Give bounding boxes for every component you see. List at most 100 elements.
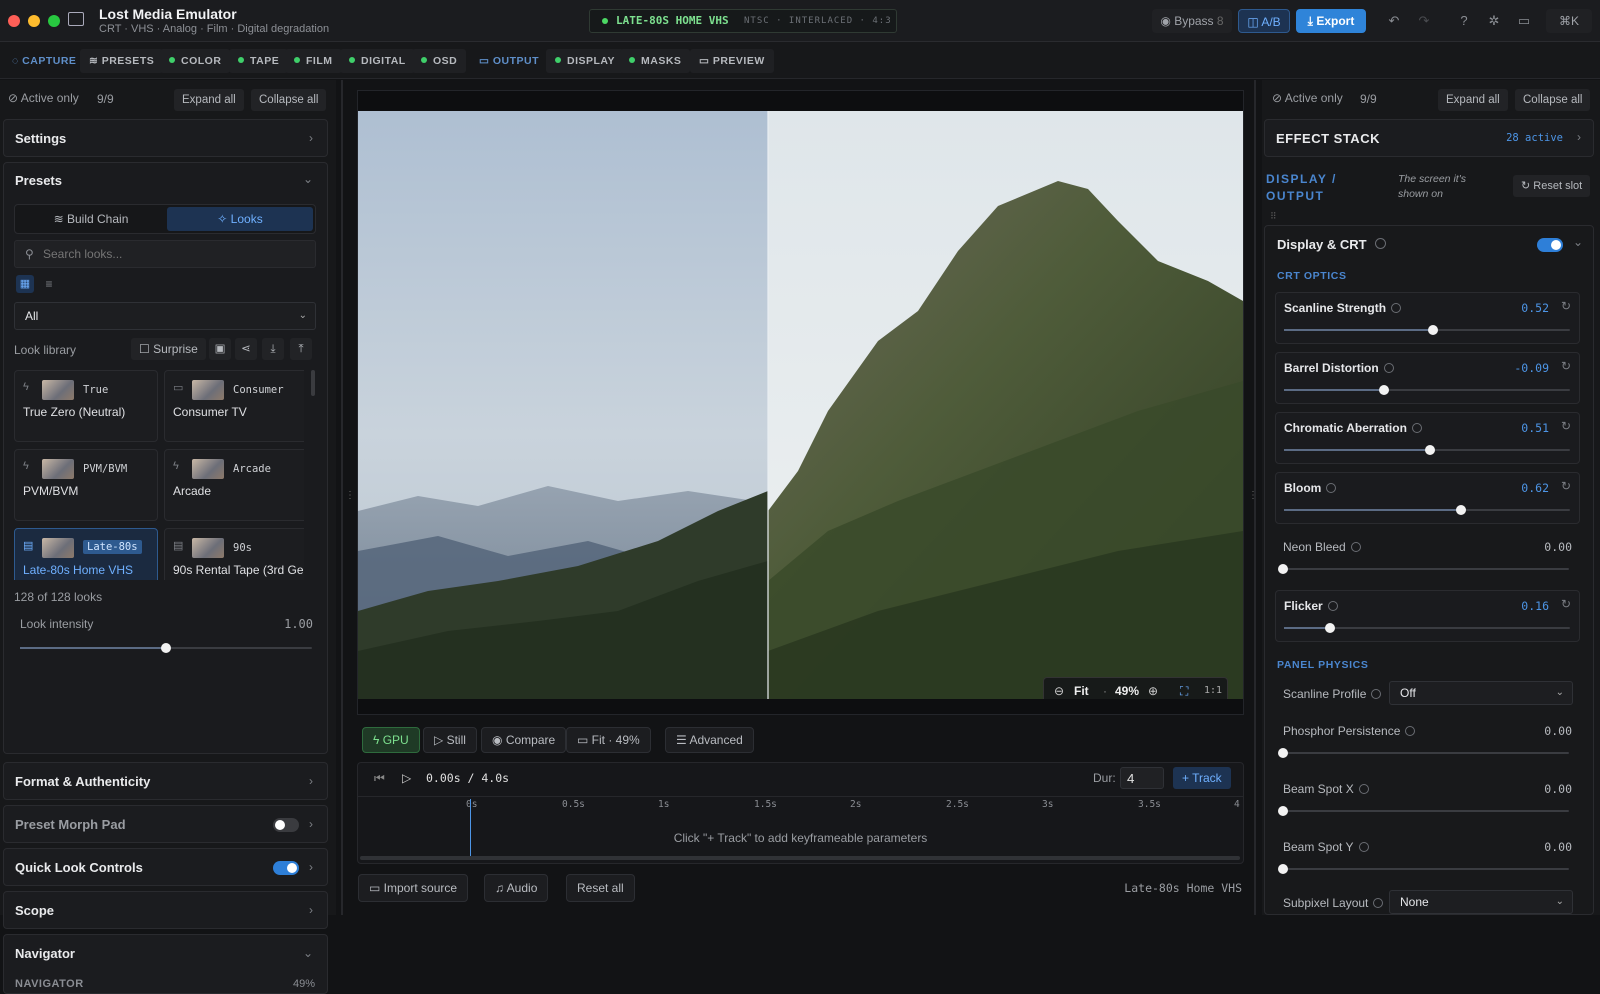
chevron-down-icon[interactable]: ⌄ <box>303 172 313 186</box>
duration-input[interactable] <box>1120 767 1164 789</box>
fullscreen-icon[interactable]: ⛶ <box>1180 684 1188 699</box>
zoom-out-icon[interactable]: ⊖ <box>1054 684 1064 698</box>
look-card[interactable]: ϟ Arcade Arcade <box>164 449 304 521</box>
param-slider[interactable] <box>1278 748 1569 758</box>
active-only-toggle[interactable]: ⊘ Active only <box>1272 91 1343 105</box>
info-icon[interactable] <box>1373 898 1384 908</box>
download-icon[interactable]: ⤓ <box>262 338 284 360</box>
redo-icon[interactable]: ↷ <box>1416 13 1432 29</box>
collapse-all-button[interactable]: Collapse all <box>1515 89 1591 111</box>
time-ruler[interactable]: 0s 0.5s 1s 1.5s 2s 2.5s 3s 3.5s 4 <box>358 799 1243 813</box>
slider-handle[interactable] <box>1278 748 1288 758</box>
search-looks-field[interactable]: ⚲ <box>14 240 316 268</box>
info-icon[interactable] <box>1358 784 1369 794</box>
reset-icon[interactable]: ↻ <box>1561 299 1571 313</box>
add-track-button[interactable]: + Track <box>1173 767 1231 789</box>
slider-handle[interactable] <box>161 643 171 653</box>
tab-masks[interactable]: MASKS <box>620 49 691 73</box>
navigator-section[interactable]: Navigator ⌄ NAVIGATOR 49% <box>3 934 328 994</box>
drag-handle-icon[interactable]: ⋮ <box>1248 490 1258 501</box>
command-palette-button[interactable]: ⌘K <box>1546 9 1592 33</box>
info-icon[interactable] <box>1326 483 1337 493</box>
tab-color[interactable]: COLOR <box>160 49 231 73</box>
save-look-icon[interactable]: ▣ <box>209 338 231 360</box>
list-view-icon[interactable]: ≡ <box>40 275 58 293</box>
info-icon[interactable] <box>1350 542 1361 552</box>
tab-osd[interactable]: OSD <box>412 49 467 73</box>
reset-icon[interactable]: ↻ <box>1561 597 1571 611</box>
tab-digital[interactable]: DIGITAL <box>340 49 415 73</box>
tab-film[interactable]: FILM <box>285 49 342 73</box>
info-icon[interactable] <box>1327 601 1338 611</box>
scope-section[interactable]: Scope › <box>3 891 328 929</box>
maximize-window-button[interactable] <box>48 15 60 27</box>
look-card[interactable]: ϟ PVM/BVM PVM/BVM <box>14 449 158 521</box>
look-card[interactable]: ϟ True True Zero (Neutral) <box>14 370 158 442</box>
look-grid-scrollbar[interactable] <box>311 370 315 396</box>
audio-button[interactable]: ♫ Audio <box>484 874 549 902</box>
param-slider[interactable] <box>1284 505 1570 515</box>
param-slider[interactable] <box>1284 385 1570 395</box>
slider-handle[interactable] <box>1456 505 1467 515</box>
reset-all-button[interactable]: Reset all <box>566 874 635 902</box>
reset-icon[interactable]: ↻ <box>1561 479 1571 493</box>
search-input[interactable] <box>43 245 303 263</box>
play-icon[interactable]: ▷ <box>402 771 411 785</box>
playhead[interactable] <box>470 799 471 859</box>
info-icon[interactable] <box>1371 689 1382 699</box>
collapse-all-button[interactable]: Collapse all <box>251 89 327 111</box>
look-card[interactable]: ▭ Consumer Consumer TV <box>164 370 304 442</box>
drag-handle-icon[interactable]: ⋮ <box>345 490 355 501</box>
preset-morph-pad-section[interactable]: Preset Morph Pad › <box>3 805 328 843</box>
help-icon[interactable]: ? <box>1456 13 1472 29</box>
tab-capture[interactable]: ◌ CAPTURE <box>3 49 85 73</box>
effect-stack-header[interactable]: EFFECT STACK 28 active › <box>1264 119 1594 157</box>
timeline-scrollbar[interactable] <box>360 856 1240 860</box>
ab-compare-button[interactable]: ◫ A/B <box>1238 9 1290 33</box>
info-icon[interactable] <box>1375 238 1386 249</box>
slider-handle[interactable] <box>1379 385 1390 395</box>
gpu-toggle[interactable]: ϟ GPU <box>362 727 420 753</box>
slider-handle[interactable] <box>1278 564 1288 574</box>
bypass-button[interactable]: ◉ Bypass 8 <box>1152 9 1232 33</box>
param-slider[interactable] <box>1278 806 1569 816</box>
look-intensity-slider[interactable] <box>20 643 312 653</box>
format-authenticity-section[interactable]: Format & Authenticity › <box>3 762 328 800</box>
param-slider[interactable] <box>1284 325 1570 335</box>
minimize-window-button[interactable] <box>28 15 40 27</box>
tab-presets[interactable]: ≋ PRESETS <box>80 49 164 73</box>
display-crt-toggle[interactable] <box>1537 238 1563 252</box>
panel-icon[interactable]: ▭ <box>1516 13 1532 29</box>
sparkle-icon[interactable]: ✲ <box>1486 13 1502 29</box>
param-slider[interactable] <box>1284 445 1570 455</box>
looks-tab[interactable]: ✧ Looks <box>167 207 313 231</box>
param-slider[interactable] <box>1278 864 1569 874</box>
slider-handle[interactable] <box>1324 623 1335 633</box>
info-icon[interactable] <box>1391 303 1402 313</box>
surprise-button[interactable]: ☐ Surprise <box>131 338 206 360</box>
info-icon[interactable] <box>1358 842 1369 852</box>
slider-handle[interactable] <box>1278 806 1288 816</box>
grid-view-icon[interactable]: ▦ <box>16 275 34 293</box>
info-icon[interactable] <box>1405 726 1416 736</box>
look-filter-select[interactable]: All ⌄ <box>14 302 316 330</box>
tab-output[interactable]: ▭ OUTPUT <box>470 49 548 73</box>
close-window-button[interactable] <box>8 15 20 27</box>
share-icon[interactable]: ⋖ <box>235 338 257 360</box>
import-source-button[interactable]: ▭ Import source <box>358 874 469 902</box>
left-splitter[interactable] <box>341 80 343 915</box>
subpixel-layout-select[interactable]: None ⌄ <box>1389 890 1573 914</box>
tab-display[interactable]: DISPLAY <box>546 49 625 73</box>
fit-zoom-button[interactable]: ▭ Fit · 49% <box>566 727 651 753</box>
morph-pad-toggle[interactable] <box>273 818 299 832</box>
expand-all-button[interactable]: Expand all <box>1438 89 1508 111</box>
actual-size-button[interactable]: 1:1 <box>1204 685 1222 696</box>
zoom-in-icon[interactable]: ⊕ <box>1148 684 1158 698</box>
chevron-down-icon[interactable]: ⌄ <box>1573 235 1583 249</box>
slider-handle[interactable] <box>1424 445 1435 455</box>
build-chain-tab[interactable]: ≋ Build Chain <box>17 207 165 231</box>
tab-preview[interactable]: ▭ PREVIEW <box>690 49 774 73</box>
expand-all-button[interactable]: Expand all <box>174 89 244 111</box>
fit-button[interactable]: Fit <box>1074 684 1089 698</box>
drag-handle-icon[interactable]: ⠿ <box>1270 211 1277 222</box>
